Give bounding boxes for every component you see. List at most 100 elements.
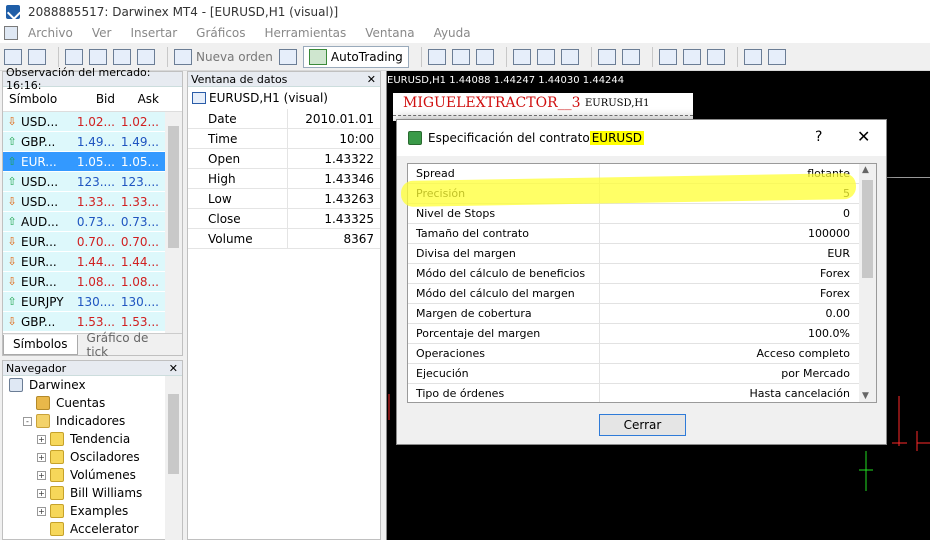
market-watch-title-bar: Observación del mercado: 16:16: [3,66,182,92]
navigator-item[interactable]: + Examples [3,502,182,520]
column-ask[interactable]: Ask [115,92,159,106]
tester-button[interactable] [137,46,155,68]
navigator-scrollbar[interactable] [165,376,182,540]
close-button[interactable]: Cerrar [599,414,686,436]
scrollbar-thumb[interactable] [168,394,179,474]
menu-graficos[interactable]: Gráficos [196,26,245,40]
meta-editor-button[interactable] [278,46,297,68]
indicators-button[interactable] [658,46,677,68]
expand-icon[interactable]: + [37,434,46,444]
autotrading-button[interactable]: AutoTrading [302,45,409,68]
crosshair-icon [767,48,786,65]
document-icon[interactable] [4,26,18,40]
market-watch-row[interactable]: ⇩ GBP... 1.53... 1.53... [3,312,182,332]
new-chart-button[interactable] [4,46,22,68]
symbol-cell: GBP... [21,134,56,149]
help-icon[interactable]: ? [815,129,822,145]
menu-bar: Archivo Ver Insertar Gráficos Herramient… [0,23,930,43]
scroll-down-icon[interactable]: ▼ [862,391,869,401]
spec-row: Divisa del margen EUR [408,243,876,264]
menu-insertar[interactable]: Insertar [130,26,177,40]
arrow-down-icon: ⇩ [7,315,17,328]
market-watch-row[interactable]: ⇧ EUR... 1.05... 1.05... [3,152,182,172]
scrollbar-thumb[interactable] [168,126,179,248]
scroll-up-icon[interactable]: ▲ [862,165,869,175]
navigator-item[interactable]: - Indicadores [3,412,182,430]
line-chart-button[interactable] [475,46,494,68]
market-watch-row[interactable]: ⇩ EUR... 1.44... 1.44... [3,252,182,272]
expand-icon[interactable]: + [37,470,46,480]
toolbar-separator [651,46,653,67]
new-order-button[interactable]: Nueva orden [174,46,273,68]
chart-shift-button[interactable] [597,46,616,68]
navigator-item[interactable]: + Volúmenes [3,466,182,484]
spec-row: Módo del cálculo de beneficios Forex [408,263,876,284]
market-watch-title: Observación del mercado: 16:16: [6,66,151,92]
spec-grid-scrollbar[interactable]: ▲ ▼ [859,164,876,402]
zoom-in-button[interactable] [512,46,531,68]
data-window-row: High 1.43346 [188,168,380,189]
navigator-item[interactable]: Accelerator [3,520,182,538]
navigator-item[interactable]: Darwinex [3,376,182,394]
column-symbol[interactable]: Símbolo [3,92,81,106]
navigator-item[interactable]: + Bill Williams [3,484,182,502]
market-watch-row[interactable]: ⇩ USD... 1.02... 1.02... [3,112,182,132]
toolbar-separator [736,46,738,67]
candlestick-button[interactable] [451,46,470,68]
terminal-button[interactable] [113,46,131,68]
symbol-cell: EUR... [21,254,57,269]
bar-chart-button[interactable] [427,46,446,68]
column-bid[interactable]: Bid [81,92,115,106]
ask-cell: 1.53... [120,314,159,329]
navigator-icon [89,48,107,65]
navigator-button[interactable] [89,46,107,68]
periods-button[interactable] [682,46,701,68]
close-icon[interactable]: ✕ [367,73,376,86]
templates-button[interactable] [706,46,725,68]
menu-herramientas[interactable]: Herramientas [265,26,347,40]
market-watch-tabs: Símbolos Gráfico de tick [3,331,182,359]
market-watch-row[interactable]: ⇩ EUR... 1.08... 1.08... [3,272,182,292]
navigator-title-bar: Navegador ✕ [3,361,182,376]
menu-ayuda[interactable]: Ayuda [434,26,471,40]
close-icon[interactable]: ✕ [169,362,178,375]
tile-windows-button[interactable] [560,46,579,68]
market-watch-row[interactable]: ⇩ USD... 1.33... 1.33... [3,192,182,212]
profiles-button[interactable] [28,46,46,68]
tab-simbolos[interactable]: Símbolos [3,334,78,355]
zoom-out-button[interactable] [536,46,555,68]
navigator-item-label: Darwinex [29,378,86,392]
window-title: 2088885517: Darwinex MT4 - [EURUSD,H1 (v… [28,4,339,19]
navigator-title: Navegador [6,361,67,375]
autoscroll-button[interactable] [621,46,640,68]
crosshair-button[interactable] [767,46,786,68]
tab-grafico-de-tick[interactable]: Gráfico de tick [78,331,182,359]
collapse-icon[interactable]: - [23,416,32,426]
expand-icon[interactable]: + [37,506,46,516]
menu-ver[interactable]: Ver [92,26,112,40]
line-chart-icon [475,48,494,65]
spec-value: EUR [827,247,850,260]
menu-archivo[interactable]: Archivo [28,26,73,40]
toolbar-separator [58,46,59,67]
navigator-item[interactable]: + Tendencia [3,430,182,448]
cursor-button[interactable] [743,46,762,68]
menu-ventana[interactable]: Ventana [365,26,414,40]
close-icon[interactable]: ✕ [857,127,870,146]
market-watch-row[interactable]: ⇧ EURJPY 130.... 130.... [3,292,182,312]
expand-icon[interactable]: + [37,452,46,462]
navigator-item-label: Indicadores [56,414,126,428]
market-watch-row[interactable]: ⇧ USD... 123.... 123.... [3,172,182,192]
scrollbar-thumb[interactable] [862,180,873,278]
spec-row: Porcentaje del margen 100.0% [408,323,876,344]
navigator-item[interactable]: Cuentas [3,394,182,412]
navigator-item[interactable]: + Osciladores [3,448,182,466]
market-watch-row[interactable]: ⇧ GBP... 1.49... 1.49... [3,132,182,152]
expand-icon[interactable]: + [37,488,46,498]
data-key: High [188,168,288,189]
market-watch-row[interactable]: ⇩ EUR... 0.70... 0.70... [3,232,182,252]
spec-row: Módo del cálculo del margen Forex [408,283,876,304]
market-watch-row[interactable]: ⇧ AUD... 0.73... 0.73... [3,212,182,232]
market-watch-button[interactable] [65,46,83,68]
market-watch-scrollbar[interactable] [165,112,182,336]
